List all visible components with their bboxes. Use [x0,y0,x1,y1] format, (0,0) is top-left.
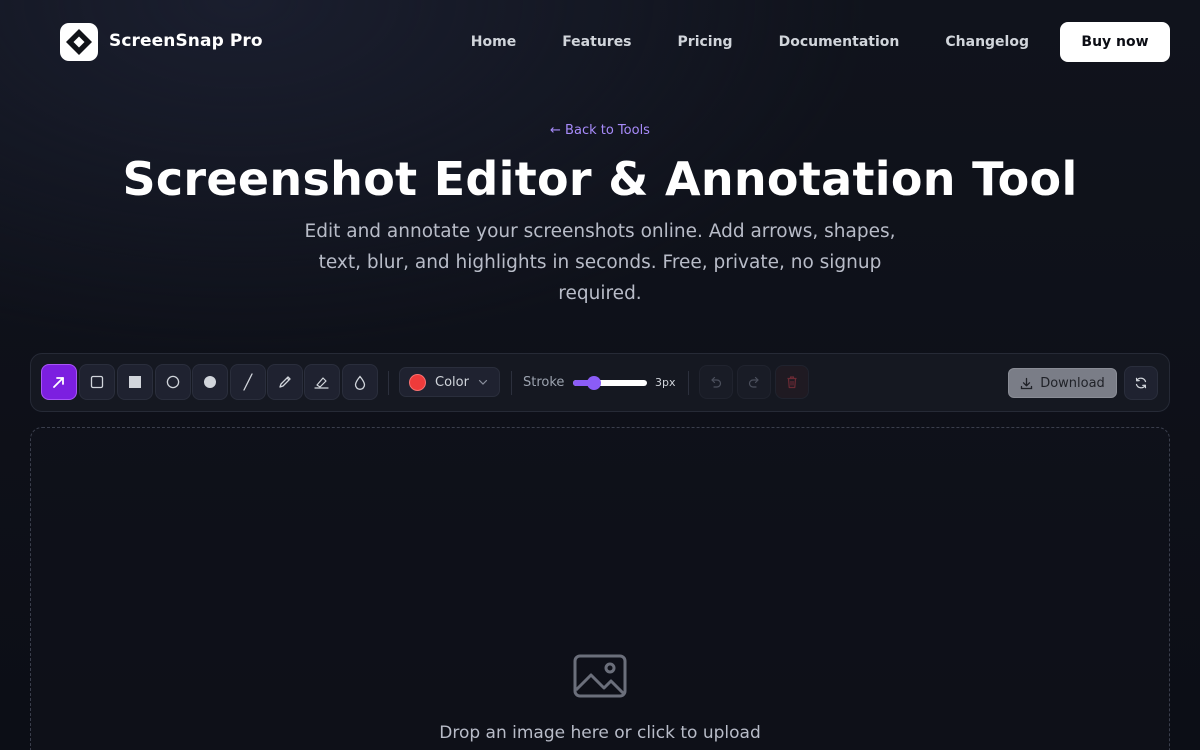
chevron-down-icon [478,379,488,385]
page-title: Screenshot Editor & Annotation Tool [122,152,1078,206]
toolbar-divider [388,371,389,395]
stroke-label: Stroke [523,375,565,390]
undo-button[interactable] [699,365,733,399]
highlighter-icon [314,377,329,389]
arrow-icon [53,377,64,388]
page-subtitle: Edit and annotate your screenshots onlin… [304,221,896,304]
nav-link-features[interactable]: Features [562,34,631,50]
undo-icon [711,376,722,388]
blur-tool[interactable] [342,364,378,400]
diamond-logo-icon [66,29,92,55]
pen-tool[interactable] [267,364,303,400]
nav-link-home[interactable]: Home [471,34,516,50]
reset-button[interactable] [1124,366,1158,400]
stroke-slider-thumb[interactable] [586,376,601,390]
circle-tool[interactable] [155,364,191,400]
nav-links: Home Features Pricing Documentation Chan… [471,22,1170,62]
rectangle-filled-icon [129,376,141,388]
trash-icon [787,376,797,389]
brand-logo[interactable] [60,23,98,61]
line-tool[interactable] [230,364,266,400]
download-label: Download [1040,375,1105,391]
nav-link-documentation[interactable]: Documentation [779,34,900,50]
toolbar-divider [688,371,689,395]
back-to-tools-link[interactable]: ← Back to Tools [0,123,1200,138]
download-button[interactable]: Download [1008,368,1117,398]
nav-link-changelog[interactable]: Changelog [945,34,1029,50]
delete-button[interactable] [775,365,809,399]
nav-link-pricing[interactable]: Pricing [678,34,733,50]
pencil-icon [279,376,291,388]
stroke-slider[interactable] [573,376,647,390]
highlighter-tool[interactable] [304,364,340,400]
circle-outline-icon [166,375,180,389]
image-drop-zone[interactable]: Drop an image here or click to upload [30,427,1170,750]
buy-now-button[interactable]: Buy now [1060,22,1170,62]
arrow-tool[interactable] [41,364,77,400]
refresh-icon [1135,377,1147,389]
toolbar-divider [511,371,512,395]
filled-rectangle-tool[interactable] [117,364,153,400]
brand-name[interactable]: ScreenSnap Pro [109,31,263,51]
redo-button[interactable] [737,365,771,399]
rectangle-tool[interactable] [79,364,115,400]
stroke-value: 3px [655,376,676,389]
editor-toolbar: Color Stroke 3px Download [30,353,1170,412]
download-icon [1021,377,1033,389]
drop-zone-text: Drop an image here or click to upload [439,723,761,743]
color-picker[interactable]: Color [399,367,500,397]
color-swatch [409,374,426,391]
redo-icon [748,376,759,388]
image-icon [573,654,627,698]
filled-circle-tool[interactable] [192,364,228,400]
rectangle-outline-icon [90,375,104,389]
top-nav: ScreenSnap Pro Home Features Pricing Doc… [60,22,1170,62]
color-label: Color [435,375,469,390]
droplet-icon [354,374,366,390]
circle-filled-icon [204,376,216,388]
line-icon [243,373,253,391]
